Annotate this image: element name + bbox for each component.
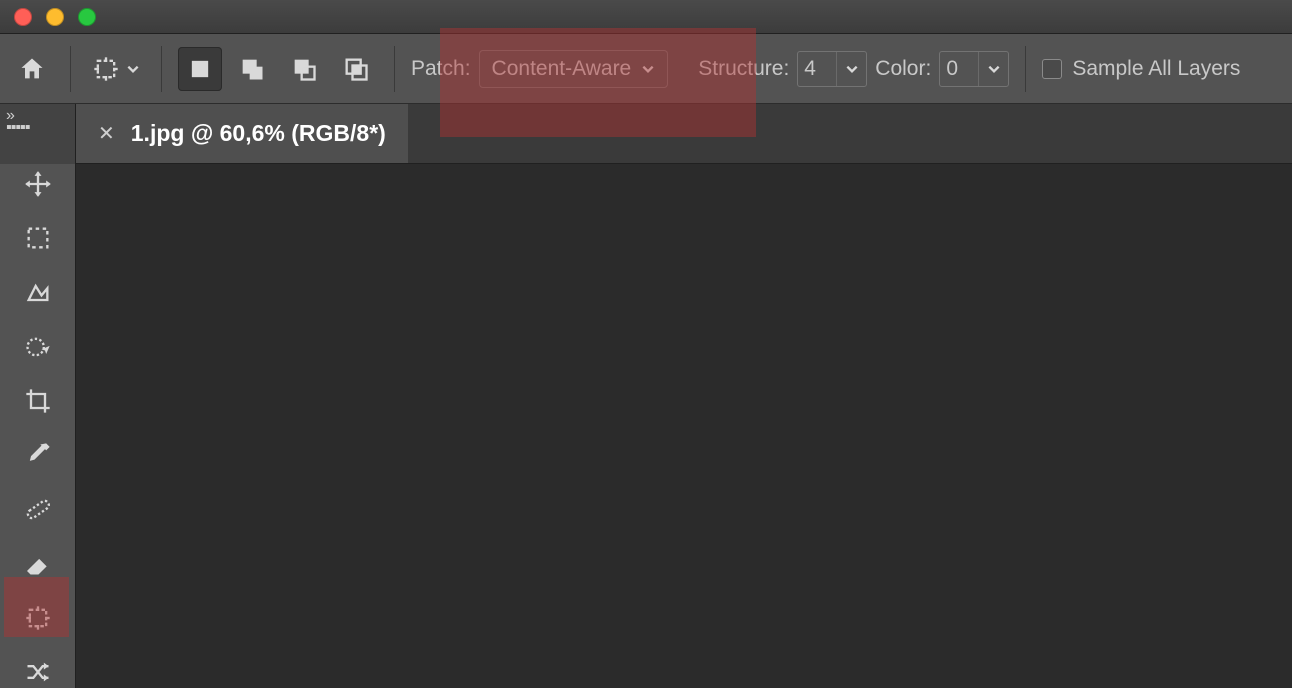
chevron-down-icon bbox=[641, 62, 655, 76]
eyedropper-icon bbox=[24, 441, 52, 469]
selection-subtract-button[interactable] bbox=[282, 47, 326, 91]
crop-icon bbox=[24, 387, 52, 415]
patch-mode-dropdown[interactable]: Content-Aware bbox=[479, 50, 669, 88]
separator bbox=[1025, 46, 1026, 92]
minimize-window-button[interactable] bbox=[46, 8, 64, 26]
chevron-down-icon bbox=[845, 62, 859, 76]
patch-tool[interactable] bbox=[16, 602, 60, 634]
lasso-icon bbox=[24, 279, 52, 307]
color-value: 0 bbox=[940, 57, 978, 81]
close-window-button[interactable] bbox=[14, 8, 32, 26]
shuffle-icon bbox=[24, 658, 52, 686]
separator bbox=[394, 46, 395, 92]
eyedropper-tool[interactable] bbox=[16, 439, 60, 471]
color-stepper[interactable] bbox=[978, 52, 1008, 86]
quick-select-icon bbox=[24, 333, 52, 361]
patch-mode-value: Content-Aware bbox=[492, 57, 632, 81]
window-titlebar bbox=[0, 0, 1292, 34]
color-field[interactable]: 0 bbox=[939, 51, 1009, 87]
close-tab-button[interactable]: ✕ bbox=[98, 121, 115, 146]
patch-tool-icon bbox=[92, 55, 120, 83]
color-label: Color: bbox=[875, 57, 931, 81]
selection-add-icon bbox=[238, 55, 266, 83]
eraser-icon bbox=[24, 550, 52, 578]
grip-icon: ▪▪▪▪▪ bbox=[6, 119, 29, 136]
selection-intersect-button[interactable] bbox=[334, 47, 378, 91]
selection-subtract-icon bbox=[290, 55, 318, 83]
selection-intersect-icon bbox=[342, 55, 370, 83]
move-tool[interactable] bbox=[16, 168, 60, 200]
eraser-tool[interactable] bbox=[16, 547, 60, 579]
structure-value: 4 bbox=[798, 57, 836, 81]
checkbox-unchecked-icon bbox=[1042, 59, 1062, 79]
bandage-icon bbox=[24, 495, 52, 523]
document-tab-title: 1.jpg @ 60,6% (RGB/8*) bbox=[131, 120, 386, 147]
shuffle-tool[interactable] bbox=[16, 656, 60, 688]
marquee-tool[interactable] bbox=[16, 222, 60, 254]
patch-tool-icon bbox=[24, 604, 52, 632]
structure-stepper[interactable] bbox=[836, 52, 866, 86]
separator bbox=[161, 46, 162, 92]
patch-label: Patch: bbox=[411, 57, 471, 81]
current-tool-preset[interactable] bbox=[87, 47, 145, 91]
move-icon bbox=[24, 170, 52, 198]
sample-all-layers-label: Sample All Layers bbox=[1072, 57, 1240, 81]
selection-new-button[interactable] bbox=[178, 47, 222, 91]
panel-collapse-toggle[interactable]: » ▪▪▪▪▪ bbox=[0, 104, 76, 164]
quick-select-tool[interactable] bbox=[16, 331, 60, 363]
structure-field[interactable]: 4 bbox=[797, 51, 867, 87]
document-tab[interactable]: ✕ 1.jpg @ 60,6% (RGB/8*) bbox=[76, 104, 408, 163]
chevron-down-icon bbox=[126, 62, 140, 76]
square-filled-icon bbox=[186, 55, 214, 83]
marquee-icon bbox=[24, 224, 52, 252]
home-button[interactable] bbox=[10, 47, 54, 91]
structure-label: Structure: bbox=[698, 57, 789, 81]
tool-options-bar: Patch: Content-Aware Structure: 4 Color:… bbox=[0, 34, 1292, 104]
chevron-down-icon bbox=[987, 62, 1001, 76]
sample-all-layers-option[interactable]: Sample All Layers bbox=[1042, 57, 1240, 81]
zoom-window-button[interactable] bbox=[78, 8, 96, 26]
healing-brush-tool[interactable] bbox=[16, 493, 60, 525]
separator bbox=[70, 46, 71, 92]
tools-panel bbox=[0, 164, 76, 688]
home-icon bbox=[18, 55, 46, 83]
lasso-tool[interactable] bbox=[16, 276, 60, 308]
crop-tool[interactable] bbox=[16, 385, 60, 417]
document-tabstrip: ✕ 1.jpg @ 60,6% (RGB/8*) bbox=[76, 104, 1292, 164]
selection-add-button[interactable] bbox=[230, 47, 274, 91]
document-canvas[interactable] bbox=[76, 164, 1292, 688]
